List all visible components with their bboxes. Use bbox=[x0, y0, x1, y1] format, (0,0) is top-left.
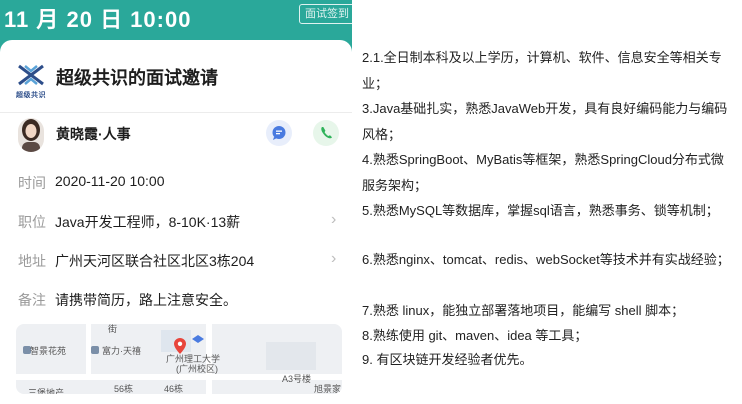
time-label: 时间 bbox=[18, 175, 46, 191]
map-label: A3号楼 bbox=[282, 374, 312, 384]
company-logo-text: 超级共识 bbox=[16, 92, 46, 99]
interview-date: 11 月 20 日 10:00 bbox=[4, 7, 192, 32]
requirement-item: 2.1.全日制本科及以上学历，计算机、软件、信息安全等相关专业； bbox=[362, 50, 722, 91]
invite-header: 超级共识 超级共识的面试邀请 bbox=[0, 40, 352, 112]
chevron-right-icon: › bbox=[331, 250, 337, 267]
invite-card: 超级共识 超级共识的面试邀请 黄晓霞·人事 时间 2020-11-20 10:0… bbox=[0, 40, 352, 404]
contact-name: 黄晓霞·人事 bbox=[56, 126, 131, 142]
status-bar: 11 月 20 日 10:00 面试签到 bbox=[0, 0, 352, 40]
map-label: 三堡地产 bbox=[28, 388, 65, 394]
invite-title: 超级共识的面试邀请 bbox=[56, 68, 218, 88]
company-logo-icon bbox=[18, 64, 44, 86]
map-label: 56栋 bbox=[114, 384, 134, 394]
note-value: 请携带简历，路上注意安全。 bbox=[55, 292, 237, 308]
interview-invite-screen: 11 月 20 日 10:00 面试签到 超级共识 超级共识的面试邀请 黄晓霞·… bbox=[0, 0, 352, 404]
contact-row: 黄晓霞·人事 bbox=[0, 113, 352, 167]
note-label: 备注 bbox=[18, 292, 46, 308]
map-label: 智景花苑 bbox=[30, 346, 67, 356]
map-label: 富力·天禧 bbox=[102, 346, 141, 356]
chevron-right-icon: › bbox=[331, 211, 337, 228]
requirement-item: 7.熟悉 linux，能独立部署落地项目，能编写 shell 脚本； bbox=[362, 303, 685, 318]
requirement-item: 9. 有区块链开发经验者优先。 bbox=[362, 352, 533, 367]
map-label: 46栋 bbox=[164, 384, 184, 394]
map-label: 旭景家 bbox=[314, 384, 342, 394]
location-map[interactable]: 街 智景花苑 富力·天禧 广州理工大学 (广州校区) A3号楼 旭景家 56栋 … bbox=[16, 324, 342, 394]
requirement-item: 8.熟练使用 git、maven、idea 等工具； bbox=[362, 328, 588, 343]
map-label: (广州校区) bbox=[176, 364, 218, 374]
phone-icon bbox=[321, 127, 332, 139]
requirement-item: 6.熟悉nginx、tomcat、redis、webSocket等技术并有实战经… bbox=[362, 252, 730, 267]
requirement-item: 5.熟悉MySQL等数据库，掌握sql语言，熟悉事务、锁等机制； bbox=[362, 203, 719, 218]
call-button[interactable] bbox=[313, 120, 339, 146]
position-label: 职位 bbox=[18, 214, 46, 230]
time-row: 时间 2020-11-20 10:00 bbox=[0, 163, 352, 201]
chat-button[interactable] bbox=[266, 120, 292, 146]
time-value: 2020-11-20 10:00 bbox=[55, 173, 165, 189]
position-row[interactable]: 职位 Java开发工程师，8-10K·13薪 › bbox=[0, 202, 352, 240]
map-poi-icon bbox=[91, 346, 99, 354]
checkin-button[interactable]: 面试签到 bbox=[299, 4, 352, 24]
position-value: Java开发工程师，8-10K·13薪 bbox=[55, 214, 241, 230]
map-building bbox=[266, 342, 316, 370]
requirement-item: 3.Java基础扎实，熟悉JavaWeb开发，具有良好编码能力与编码风格； bbox=[362, 101, 728, 142]
school-icon bbox=[192, 335, 204, 343]
avatar bbox=[18, 118, 44, 152]
address-label: 地址 bbox=[18, 253, 46, 269]
note-row: 备注 请携带简历，路上注意安全。 bbox=[0, 280, 352, 318]
address-row[interactable]: 地址 广州天河区联合社区北区3栋204 › bbox=[0, 241, 352, 279]
chat-icon bbox=[272, 126, 286, 140]
address-value: 广州天河区联合社区北区3栋204 bbox=[55, 253, 255, 269]
requirement-item: 4.熟悉SpringBoot、MyBatis等框架，熟悉SpringCloud分… bbox=[362, 152, 724, 193]
map-label: 街 bbox=[108, 324, 118, 334]
job-requirements-panel: 2.1.全日制本科及以上学历，计算机、软件、信息安全等相关专业； 3.Java基… bbox=[352, 0, 742, 404]
